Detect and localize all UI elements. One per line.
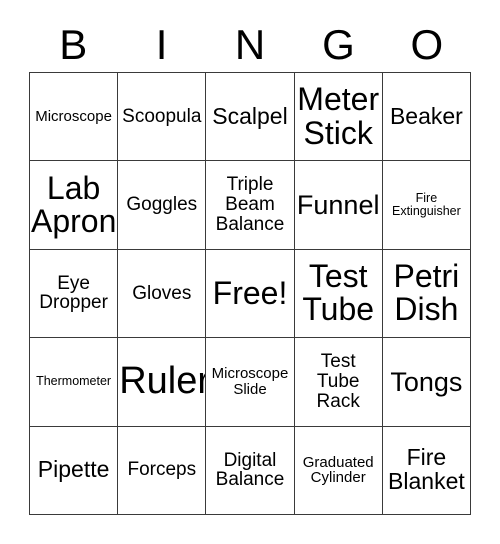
bingo-cell[interactable]: Pipette [30,426,119,515]
bingo-cell[interactable]: Scalpel [206,73,295,162]
bingo-cell[interactable]: Triple Beam Balance [206,161,295,250]
header-letter-n: N [234,21,266,68]
bingo-cell[interactable]: Test Tube Rack [294,338,383,427]
bingo-cell[interactable]: Forceps [118,426,207,515]
bingo-cell[interactable]: Scoopula [118,73,207,162]
bingo-cell[interactable]: Fire Extinguisher [382,161,471,250]
bingo-cell-label: Eye Dropper [39,272,108,314]
bingo-cell[interactable]: Funnel [294,161,383,250]
bingo-cell-label: Digital Balance [215,449,285,491]
bingo-cell-label: Goggles [126,194,198,216]
header-letter-i: I [155,21,168,68]
bingo-cell-label: Fire Blanket [388,444,465,495]
bingo-cell[interactable]: Digital Balance [206,426,295,515]
bingo-cell[interactable]: Graduated Cylinder [294,426,383,515]
bingo-header: B I N G O [29,18,471,72]
bingo-cell-label: Scalpel [212,102,288,129]
bingo-cell-label: Fire Extinguisher [391,191,461,219]
bingo-cell-label: Beaker [389,102,463,129]
bingo-cell[interactable]: Eye Dropper [30,249,119,339]
bingo-cell[interactable]: Fire Blanket [382,426,471,515]
bingo-cell[interactable]: Thermometer [30,338,119,427]
bingo-cell-label: Tongs [390,366,463,397]
bingo-cell[interactable]: Ruler [118,338,207,427]
bingo-cell-label: Petri Dish [393,258,460,328]
bingo-cell-label: Graduated Cylinder [302,453,374,487]
bingo-card: B I N G O Microscope Scoopula Scalpel Meter… [0,0,500,544]
bingo-cell-label: Scoopula [122,105,202,127]
bingo-cell-free[interactable]: Free! [206,249,295,339]
bingo-cell-label: Microscope Slide [211,365,289,398]
header-letter-o: O [410,21,444,68]
bingo-cell[interactable]: Meter Stick [294,73,383,162]
bingo-cell-label: Pipette [37,456,110,483]
bingo-cell-label: Test Tube Rack [316,351,360,412]
bingo-cell-label: Free! [212,274,288,311]
header-letter-b: B [59,21,88,68]
bingo-cell[interactable]: Test Tube [294,249,383,339]
bingo-cell-label: Ruler [119,360,207,403]
bingo-cell[interactable]: Goggles [118,161,207,250]
bingo-grid: Microscope Scoopula Scalpel Meter Stick Beak… [29,72,471,515]
bingo-cell-label: Meter Stick [297,81,380,151]
bingo-cell[interactable]: Petri Dish [382,249,471,339]
bingo-cell[interactable]: Beaker [382,73,471,162]
bingo-cell-label: Thermometer [36,374,112,389]
bingo-cell-label: Triple Beam Balance [215,174,285,235]
bingo-cell[interactable]: Microscope Slide [206,338,295,427]
bingo-cell-label: Forceps [127,459,197,481]
bingo-cell-label: Funnel [296,190,380,221]
header-letter-g: G [322,21,355,68]
bingo-cell[interactable]: Gloves [118,249,207,339]
bingo-cell[interactable]: Lab Apron [30,161,119,250]
bingo-cell-label: Lab Apron [31,169,117,240]
bingo-cell-label: Test Tube [302,258,375,328]
bingo-cell[interactable]: Microscope [30,73,119,162]
bingo-cell-label: Gloves [132,282,192,304]
bingo-cell-label: Microscope [35,107,112,125]
bingo-cell[interactable]: Tongs [382,338,471,427]
